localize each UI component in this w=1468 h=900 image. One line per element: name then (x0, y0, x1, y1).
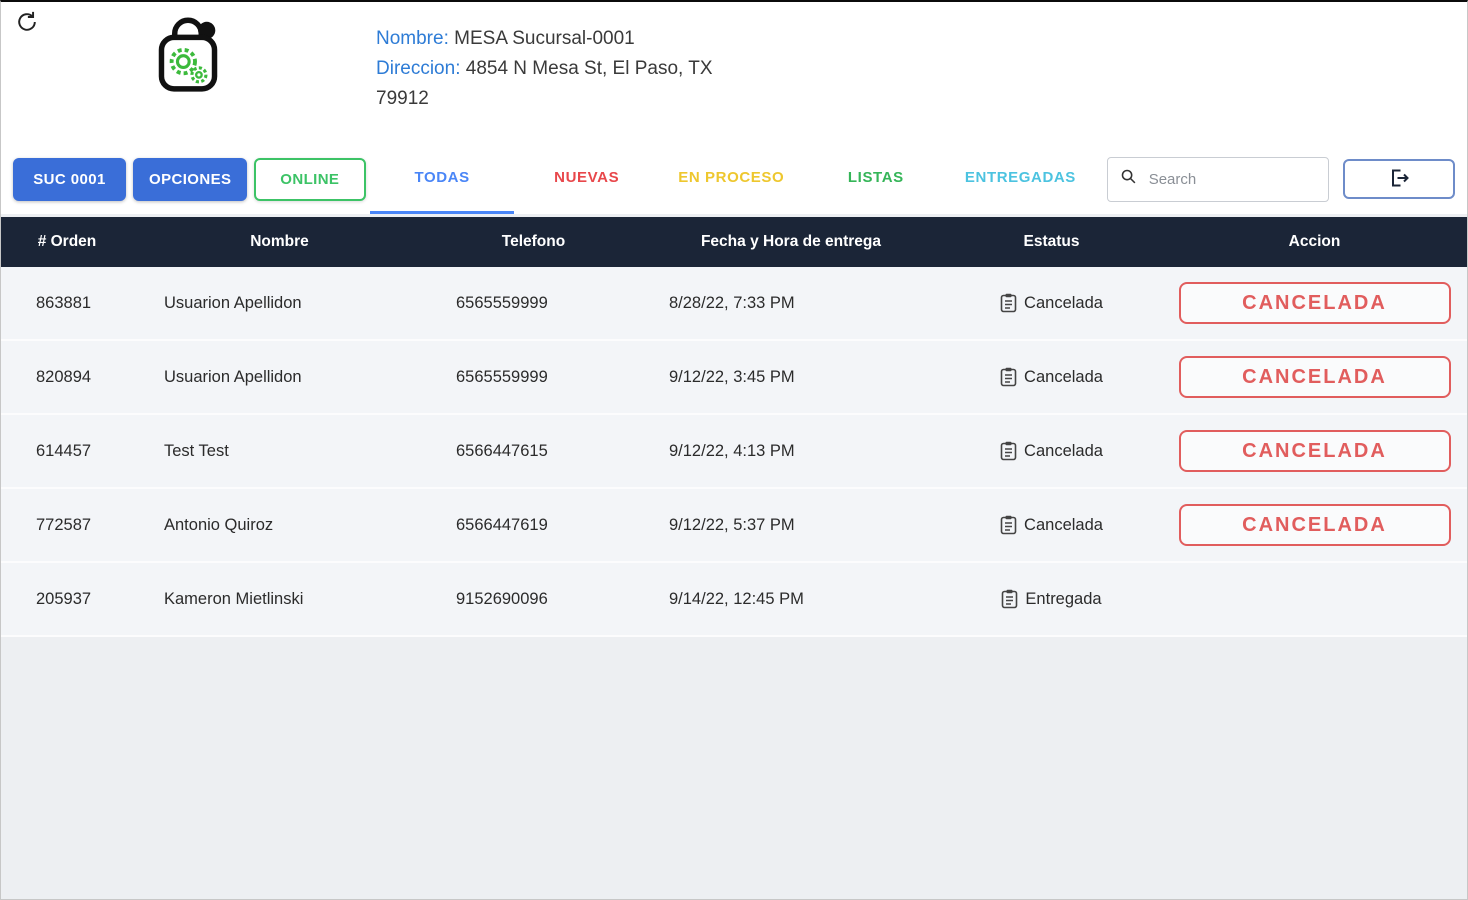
cancelada-button[interactable]: CANCELADA (1179, 430, 1451, 472)
cell-fecha: 9/12/22, 4:13 PM (641, 415, 941, 487)
store-address-line: Direccion: 4854 N Mesa St, El Paso, TX 7… (376, 54, 744, 114)
refresh-icon[interactable] (14, 9, 40, 35)
tab-entregadas[interactable]: ENTREGADAS (948, 144, 1093, 214)
search-box[interactable] (1107, 157, 1329, 202)
store-address-label: Direccion: (376, 58, 460, 79)
cell-estatus: Entregada (941, 563, 1162, 635)
opciones-button[interactable]: OPCIONES (133, 158, 247, 201)
cell-orden: 772587 (1, 489, 133, 561)
table-body: 863881 Usuarion Apellidon 6565559999 8/2… (1, 267, 1467, 637)
cell-accion: CANCELADA (1162, 341, 1467, 413)
cell-telefono: 6566447615 (426, 415, 641, 487)
table-row: 772587 Antonio Quiroz 6566447619 9/12/22… (1, 489, 1467, 563)
table-row: 820894 Usuarion Apellidon 6565559999 9/1… (1, 341, 1467, 415)
status-text: Cancelada (1024, 516, 1103, 535)
status-text: Cancelada (1024, 368, 1103, 387)
store-logo-icon (149, 8, 227, 103)
online-button[interactable]: ONLINE (254, 158, 366, 201)
cell-orden: 205937 (1, 563, 133, 635)
cancelada-button[interactable]: CANCELADA (1179, 504, 1451, 546)
top-section: Nombre: MESA Sucursal-0001 Direccion: 48… (1, 2, 1467, 214)
cell-estatus: Cancelada (941, 489, 1162, 561)
store-name-label: Nombre: (376, 28, 449, 49)
cancelada-button[interactable]: CANCELADA (1179, 282, 1451, 324)
clipboard-icon (1000, 367, 1017, 387)
cell-nombre: Usuarion Apellidon (133, 267, 426, 339)
cell-telefono: 6565559999 (426, 341, 641, 413)
cell-accion: CANCELADA (1162, 267, 1467, 339)
col-header-nombre: Nombre (133, 217, 426, 267)
cell-fecha: 9/14/22, 12:45 PM (641, 563, 941, 635)
app-window: Nombre: MESA Sucursal-0001 Direccion: 48… (0, 0, 1468, 900)
store-name-value: MESA Sucursal-0001 (454, 28, 635, 49)
logout-icon (1387, 166, 1411, 193)
cell-telefono: 9152690096 (426, 563, 641, 635)
cell-orden: 820894 (1, 341, 133, 413)
search-icon (1120, 168, 1137, 190)
cell-accion (1162, 563, 1467, 635)
table-row: 205937 Kameron Mietlinski 9152690096 9/1… (1, 563, 1467, 637)
tab-bar: TODAS NUEVAS EN PROCESO LISTAS ENTREGADA… (370, 144, 1093, 214)
cell-nombre: Kameron Mietlinski (133, 563, 426, 635)
logout-button[interactable] (1343, 159, 1455, 199)
cell-estatus: Cancelada (941, 267, 1162, 339)
toolbar: SUC 0001 OPCIONES ONLINE TODAS NUEVAS EN… (1, 144, 1467, 214)
cell-orden: 863881 (1, 267, 133, 339)
cell-orden: 614457 (1, 415, 133, 487)
tab-todas[interactable]: TODAS (370, 144, 515, 214)
clipboard-icon (1001, 589, 1018, 609)
table-row: 614457 Test Test 6566447615 9/12/22, 4:1… (1, 415, 1467, 489)
cell-accion: CANCELADA (1162, 415, 1467, 487)
suc-0001-button[interactable]: SUC 0001 (13, 158, 126, 201)
tab-en-proceso[interactable]: EN PROCESO (659, 144, 804, 214)
cell-fecha: 9/12/22, 5:37 PM (641, 489, 941, 561)
cell-fecha: 8/28/22, 7:33 PM (641, 267, 941, 339)
cell-fecha: 9/12/22, 3:45 PM (641, 341, 941, 413)
cell-nombre: Antonio Quiroz (133, 489, 426, 561)
cell-nombre: Test Test (133, 415, 426, 487)
tab-nuevas[interactable]: NUEVAS (514, 144, 659, 214)
col-header-orden: # Orden (1, 217, 133, 267)
store-name-line: Nombre: MESA Sucursal-0001 (376, 24, 744, 54)
col-header-fecha: Fecha y Hora de entrega (641, 217, 941, 267)
status-text: Entregada (1025, 590, 1101, 609)
cell-estatus: Cancelada (941, 415, 1162, 487)
col-header-estatus: Estatus (941, 217, 1162, 267)
clipboard-icon (1000, 293, 1017, 313)
cell-estatus: Cancelada (941, 341, 1162, 413)
cell-accion: CANCELADA (1162, 489, 1467, 561)
cell-nombre: Usuarion Apellidon (133, 341, 426, 413)
cell-telefono: 6565559999 (426, 267, 641, 339)
status-text: Cancelada (1024, 294, 1103, 313)
cancelada-button[interactable]: CANCELADA (1179, 356, 1451, 398)
col-header-accion: Accion (1162, 217, 1467, 267)
tab-listas[interactable]: LISTAS (804, 144, 949, 214)
cell-telefono: 6566447619 (426, 489, 641, 561)
clipboard-icon (1000, 441, 1017, 461)
clipboard-icon (1000, 515, 1017, 535)
store-info: Nombre: MESA Sucursal-0001 Direccion: 48… (376, 24, 744, 114)
table-row: 863881 Usuarion Apellidon 6565559999 8/2… (1, 267, 1467, 341)
search-input[interactable] (1147, 170, 1316, 189)
col-header-telefono: Telefono (426, 217, 641, 267)
table-header: # Orden Nombre Telefono Fecha y Hora de … (1, 217, 1467, 267)
status-text: Cancelada (1024, 442, 1103, 461)
